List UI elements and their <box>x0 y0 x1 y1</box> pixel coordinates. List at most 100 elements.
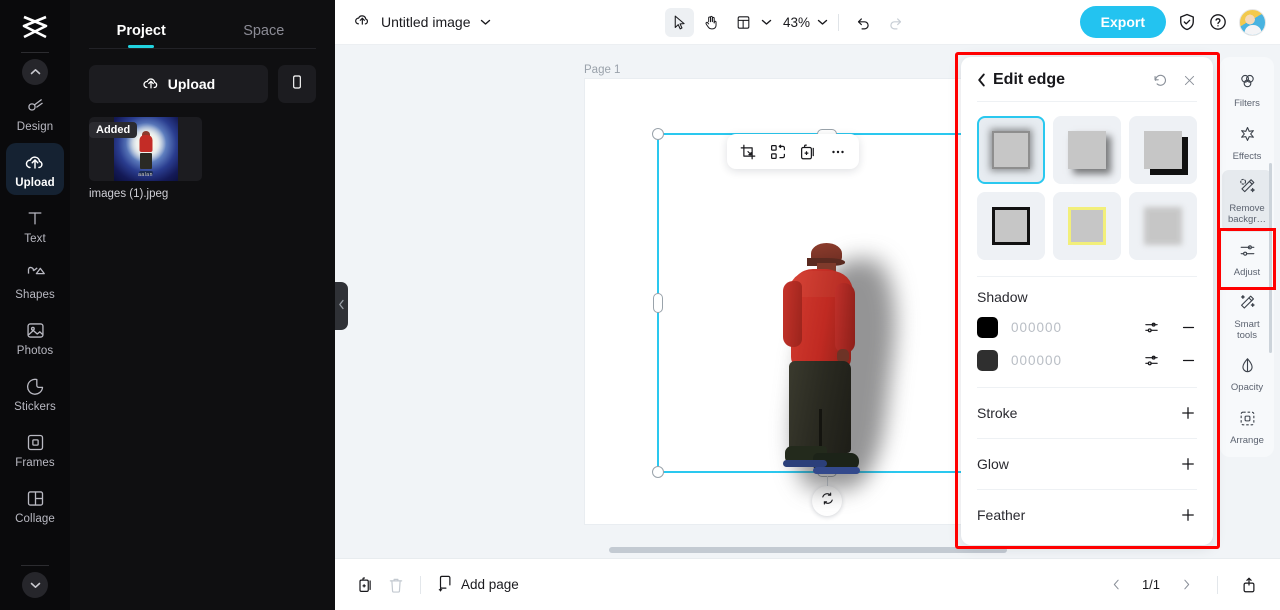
crop-button[interactable] <box>734 138 762 166</box>
tool-effects[interactable]: Effects <box>1222 118 1272 169</box>
mobile-upload-button[interactable] <box>278 65 316 103</box>
project-panel: Project Space Upload aalan Added images … <box>70 0 335 610</box>
design-icon <box>25 94 46 118</box>
asset-thumbnail[interactable]: aalan Added <box>89 117 202 181</box>
subject-right-sole <box>813 467 860 474</box>
tool-adjust[interactable]: Adjust <box>1222 234 1272 285</box>
resize-handle-left-middle[interactable] <box>653 293 663 313</box>
right-rail-scrollbar[interactable] <box>1269 163 1272 353</box>
capcut-logo-icon[interactable] <box>18 12 52 42</box>
edge-preset-soft-shadow-all[interactable] <box>977 116 1045 184</box>
shadow-entry-row: 000000 <box>977 317 1197 338</box>
tool-arrange[interactable]: Arrange <box>1222 402 1272 453</box>
shadow-color-hex[interactable]: 000000 <box>1011 353 1062 368</box>
reset-circular-arrow-icon[interactable] <box>1152 72 1169 89</box>
panel-collapse-handle[interactable] <box>335 282 348 330</box>
shadow-color-swatch[interactable] <box>977 317 998 338</box>
subject-right-arm <box>835 283 855 353</box>
tool-label: Effects <box>1232 150 1262 162</box>
shadow-color-hex[interactable]: 000000 <box>1011 320 1062 335</box>
upload-button[interactable]: Upload <box>89 65 268 103</box>
sidebar-item-design[interactable]: Design <box>6 87 64 139</box>
resize-handle-top-left[interactable] <box>652 128 664 140</box>
sidebar-item-upload[interactable]: Upload <box>6 143 64 195</box>
back-chevron-left-icon[interactable] <box>977 73 986 87</box>
sidebar-item-shapes[interactable]: Shapes <box>6 255 64 307</box>
add-stroke-plus-icon[interactable] <box>1179 404 1197 422</box>
next-page-button[interactable] <box>1171 570 1201 600</box>
add-glow-plus-icon[interactable] <box>1179 455 1197 473</box>
sidebar-item-stickers[interactable]: Stickers <box>6 367 64 419</box>
zoom-level-value[interactable]: 43% <box>779 15 814 30</box>
tool-filters[interactable]: Filters <box>1222 65 1272 116</box>
sidebar-item-frames[interactable]: Frames <box>6 423 64 475</box>
tab-project[interactable]: Project <box>80 23 203 48</box>
tab-space[interactable]: Space <box>203 23 326 48</box>
zoom-chevron-down-icon[interactable] <box>817 13 828 31</box>
edge-preset-yellow-glow[interactable] <box>1053 192 1121 260</box>
more-options-button[interactable] <box>824 138 852 166</box>
minus-icon[interactable] <box>1180 352 1197 369</box>
tool-label: Opacity <box>1230 382 1264 394</box>
undo-button[interactable] <box>849 8 878 37</box>
rail-collapse-down-button[interactable] <box>22 572 48 598</box>
bottom-toolbar: Add page 1/1 <box>335 558 1280 610</box>
duplicate-page-button[interactable] <box>351 570 381 600</box>
preset-swatch <box>1144 207 1182 245</box>
bottom-divider <box>420 575 421 594</box>
rail-collapse-up-button[interactable] <box>22 59 48 85</box>
tool-label: Smart tools <box>1234 319 1260 341</box>
sidebar-item-photos[interactable]: Photos <box>6 311 64 363</box>
stroke-accordion-row[interactable]: Stroke <box>961 388 1213 438</box>
export-button[interactable]: Export <box>1079 6 1166 38</box>
shadow-color-swatch[interactable] <box>977 350 998 371</box>
tool-smart-tools[interactable]: Smart tools <box>1222 286 1272 347</box>
edge-preset-feather-blur[interactable] <box>1129 192 1197 260</box>
cutout-button[interactable] <box>764 138 792 166</box>
horizontal-scrollbar[interactable] <box>609 547 1007 553</box>
edit-edge-header-actions <box>1152 72 1197 89</box>
panel-tabs: Project Space <box>70 0 335 48</box>
text-icon <box>25 206 45 230</box>
rail-divider <box>21 52 49 53</box>
minus-icon[interactable] <box>1180 319 1197 336</box>
delete-page-button[interactable] <box>381 570 411 600</box>
tool-opacity[interactable]: Opacity <box>1222 349 1272 400</box>
user-avatar[interactable] <box>1239 8 1266 36</box>
edge-preset-hard-shadow-offset[interactable] <box>1129 116 1197 184</box>
resize-handle-bottom-left[interactable] <box>652 466 664 478</box>
glow-accordion-row[interactable]: Glow <box>961 439 1213 489</box>
sidebar-item-collage[interactable]: Collage <box>6 479 64 531</box>
close-x-icon[interactable] <box>1182 73 1197 88</box>
redo-button[interactable] <box>881 8 910 37</box>
document-title-group[interactable]: Untitled image <box>335 10 491 34</box>
layout-chevron-down-icon[interactable] <box>761 13 772 31</box>
hand-tool-button[interactable] <box>697 8 726 37</box>
edit-edge-panel: Edit edge Shadow 000000 000000 Stroke Gl… <box>961 57 1213 545</box>
asset-item[interactable]: aalan Added images (1).jpeg <box>89 117 202 200</box>
edge-preset-drop-shadow-offset[interactable] <box>1053 116 1121 184</box>
duplicate-plus-button[interactable] <box>794 138 822 166</box>
export-page-button[interactable] <box>1234 570 1264 600</box>
add-page-icon <box>436 574 454 595</box>
canvas-image-subject[interactable] <box>769 241 906 503</box>
shield-check-icon[interactable] <box>1177 12 1197 32</box>
question-circle-icon[interactable] <box>1208 12 1228 32</box>
select-tool-button[interactable] <box>665 7 694 37</box>
prev-page-button[interactable] <box>1101 570 1131 600</box>
page-count: 1/1 <box>1141 577 1161 592</box>
tool-remove-background[interactable]: Remove backgr… <box>1222 170 1272 232</box>
selection-floating-toolbar <box>727 134 859 169</box>
upload-button-label: Upload <box>167 76 216 92</box>
edge-preset-black-stroke[interactable] <box>977 192 1045 260</box>
sliders-icon[interactable] <box>1143 319 1160 336</box>
sidebar-item-text[interactable]: Text <box>6 199 64 251</box>
add-page-button[interactable]: Add page <box>430 570 525 599</box>
feather-accordion-row[interactable]: Feather <box>961 490 1213 540</box>
add-feather-plus-icon[interactable] <box>1179 506 1197 524</box>
tool-label: Remove backgr… <box>1227 203 1266 225</box>
chevron-down-icon[interactable] <box>480 13 491 31</box>
page-label: Page 1 <box>584 64 621 76</box>
sliders-icon[interactable] <box>1143 352 1160 369</box>
layout-tool-button[interactable] <box>729 8 758 37</box>
